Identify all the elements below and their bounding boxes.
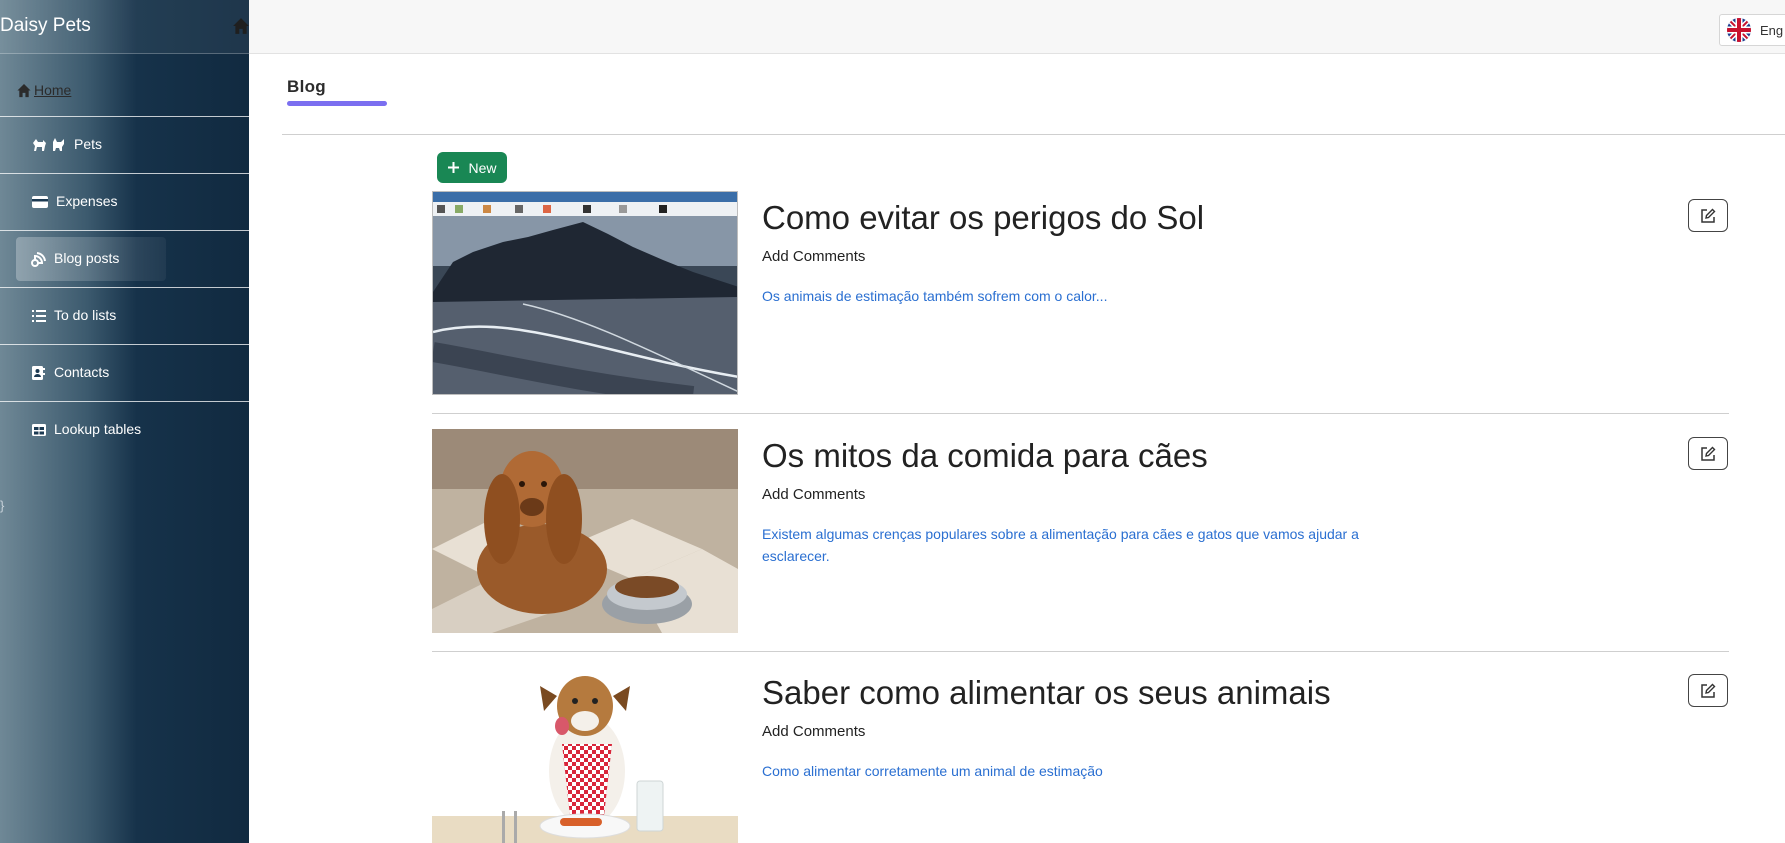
sidebar-item-to-do-lists[interactable]: To do lists [0,287,249,344]
blog-post: Como evitar os perigos do Sol Add Commen… [432,191,1729,395]
post-divider [432,413,1729,414]
sidebar-item-blog-posts[interactable]: Blog posts [0,230,249,287]
plus-icon [448,162,460,173]
sidebar-item-contacts[interactable]: Contacts [0,344,249,401]
sidebar-item-label: Contacts [54,364,110,380]
post-image-spaniel[interactable] [432,429,738,633]
post-image-beach-mountain[interactable] [432,191,738,395]
home-icon [17,83,31,97]
sidebar: Daisy Pets Home Pets Expenses Blog posts… [0,0,249,843]
list-icon [31,308,47,324]
stray-text: } [0,498,5,513]
sidebar-item-label: Pets [74,136,103,152]
blog-post: Saber como alimentar os seus animais Add… [432,666,1729,843]
sidebar-item-label: Blog posts [54,250,120,266]
topbar [249,0,1785,54]
post-excerpt[interactable]: Os animais de estimação também sofrem co… [762,285,1402,307]
new-post-button[interactable]: New [437,152,507,183]
post-excerpt[interactable]: Existem algumas crenças populares sobre … [762,523,1402,567]
divider [282,134,1785,135]
brand-name[interactable]: Daisy Pets [0,15,91,37]
add-comments-link[interactable]: Add Comments [762,723,865,740]
language-selector[interactable]: Eng [1719,14,1785,46]
blog-post: Os mitos da comida para cães Add Comment… [432,429,1729,633]
post-excerpt[interactable]: Como alimentar corretamente um animal de… [762,760,1402,782]
sidebar-item-expenses[interactable]: Expenses [0,173,249,230]
edit-icon [1701,683,1716,698]
brand-bar: Daisy Pets [0,0,249,54]
table-icon [31,422,47,438]
edit-post-button[interactable] [1688,437,1728,470]
sidebar-item-label: To do lists [54,307,117,323]
new-button-label: New [468,159,497,176]
page-title: Blog [287,77,326,96]
language-label: Eng [1760,22,1784,38]
home-link[interactable]: Home [16,82,71,98]
sidebar-item-label: Expenses [56,193,118,209]
add-comments-link[interactable]: Add Comments [762,248,865,265]
post-divider [432,651,1729,652]
add-comments-link[interactable]: Add Comments [762,486,865,503]
home-icon[interactable] [232,17,250,35]
edit-post-button[interactable] [1688,674,1728,707]
blog-icon [31,251,47,267]
edit-icon [1701,446,1716,461]
edit-icon [1701,208,1716,223]
sidebar-item-pets[interactable]: Pets [0,116,249,173]
credit-card-icon [31,194,49,210]
contact-book-icon [31,365,45,381]
post-image-dog-with-bib[interactable] [432,666,738,843]
sidebar-item-label: Lookup tables [54,421,142,437]
post-title[interactable]: Como evitar os perigos do Sol [762,199,1204,237]
edit-post-button[interactable] [1688,199,1728,232]
title-underline [287,101,387,106]
post-title[interactable]: Saber como alimentar os seus animais [762,674,1331,712]
pets-icon [31,137,71,153]
post-title[interactable]: Os mitos da comida para cães [762,437,1208,475]
home-link-label: Home [34,82,72,98]
sidebar-item-lookup-tables[interactable]: Lookup tables [0,401,249,458]
uk-flag-icon [1727,18,1751,42]
